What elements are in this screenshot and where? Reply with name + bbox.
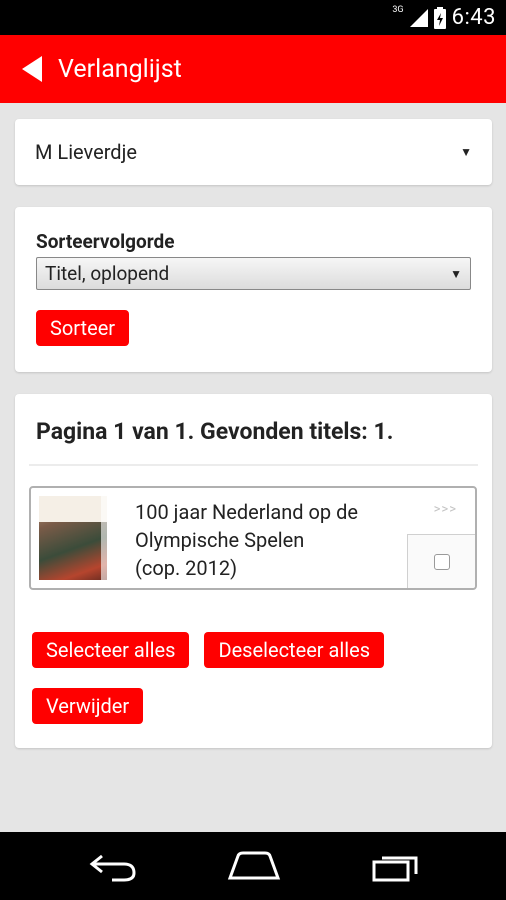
home-nav-icon[interactable] xyxy=(226,848,282,884)
remove-button[interactable]: Verwijder xyxy=(32,688,144,724)
status-icons: 3G 6:43 xyxy=(392,0,496,35)
battery-icon xyxy=(433,6,446,29)
signal-icon xyxy=(409,8,428,27)
back-button[interactable] xyxy=(0,35,58,103)
action-bar: Verlanglijst xyxy=(0,35,506,103)
navigation-bar xyxy=(0,832,506,900)
wishlist-selector[interactable]: M Lieverdje ▼ xyxy=(15,119,492,185)
list-item[interactable]: 100 jaar Nederland op de Olympische Spel… xyxy=(29,486,477,590)
recent-apps-nav-icon[interactable] xyxy=(370,848,422,884)
network-type-label: 3G xyxy=(392,4,404,15)
wishlist-name: M Lieverdje xyxy=(35,140,137,164)
select-item-area[interactable] xyxy=(407,534,475,588)
book-title[interactable]: 100 jaar Nederland op de Olympische Spel… xyxy=(135,498,415,582)
divider xyxy=(29,464,478,466)
clock: 6:43 xyxy=(451,5,496,30)
selection-buttons: Selecteer alles Deselecteer alles xyxy=(32,632,385,668)
select-item-checkbox[interactable] xyxy=(433,553,450,570)
status-bar: 3G 6:43 xyxy=(0,0,506,35)
results-summary: Pagina 1 van 1. Gevonden titels: 1. xyxy=(36,418,394,445)
remove-button-row: Verwijder xyxy=(32,688,144,724)
dropdown-arrow-icon: ▼ xyxy=(460,145,472,159)
book-cover-image xyxy=(39,496,107,580)
sort-card: Sorteervolgorde Titel, oplopend ▼ Sortee… xyxy=(15,207,492,372)
page-title: Verlanglijst xyxy=(58,54,182,84)
more-details-link[interactable]: >>> xyxy=(434,502,457,517)
back-arrow-icon xyxy=(22,56,42,82)
sort-order-select[interactable]: Titel, oplopend ▼ xyxy=(36,257,471,290)
sort-order-value: Titel, oplopend xyxy=(45,262,170,285)
back-nav-icon[interactable] xyxy=(88,848,138,884)
select-all-button[interactable]: Selecteer alles xyxy=(32,632,190,668)
results-card: Pagina 1 van 1. Gevonden titels: 1. 100 … xyxy=(15,394,492,748)
deselect-all-button[interactable]: Deselecteer alles xyxy=(204,632,385,668)
sort-label: Sorteervolgorde xyxy=(36,230,175,253)
dropdown-arrow-icon: ▼ xyxy=(450,266,462,281)
sort-button[interactable]: Sorteer xyxy=(36,310,130,346)
